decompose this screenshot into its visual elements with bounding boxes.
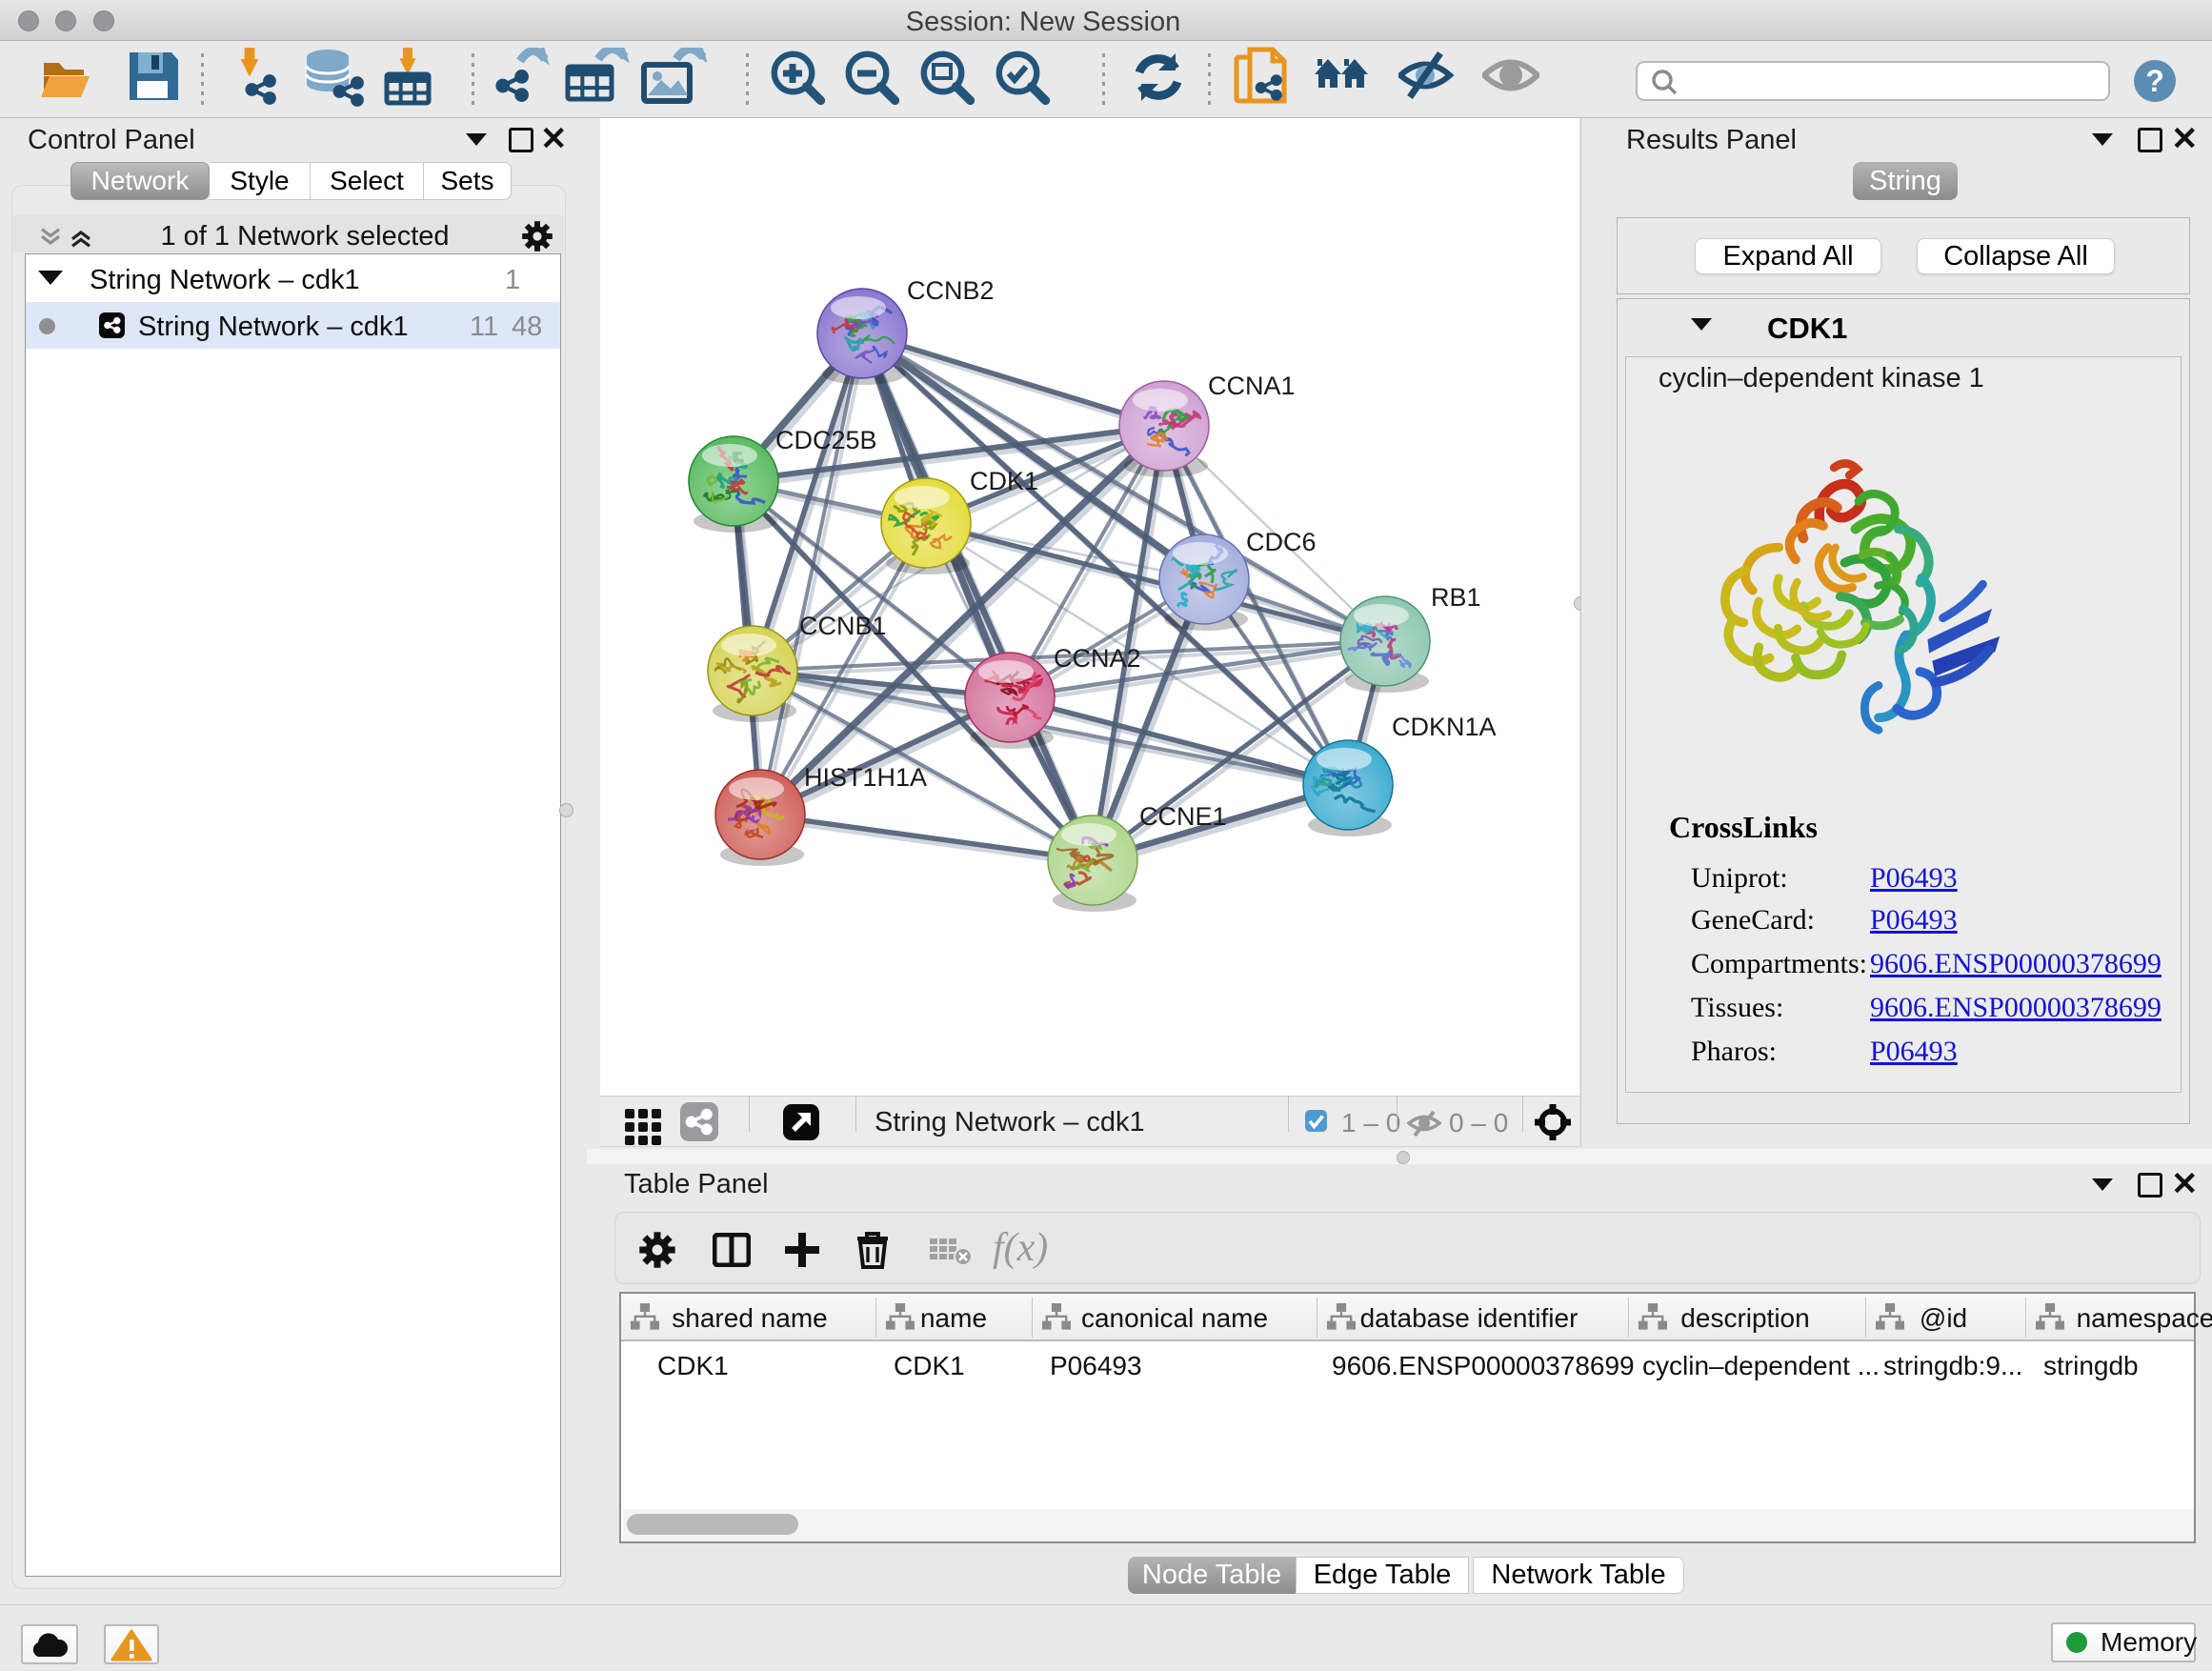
svg-text:RB1: RB1	[1431, 583, 1481, 612]
svg-text:CCNA1: CCNA1	[1208, 372, 1296, 400]
svg-text:CDKN1A: CDKN1A	[1392, 713, 1497, 741]
svg-text:CDK1: CDK1	[970, 467, 1038, 495]
svg-text:CCNB1: CCNB1	[799, 612, 887, 640]
svg-text:HIST1H1A: HIST1H1A	[804, 763, 927, 792]
svg-text:CCNB2: CCNB2	[907, 276, 995, 305]
svg-text:CDC25B: CDC25B	[775, 426, 877, 454]
svg-text:CCNA2: CCNA2	[1054, 644, 1141, 673]
svg-text:CCNE1: CCNE1	[1139, 802, 1227, 831]
svg-text:?: ?	[2145, 64, 2164, 98]
svg-text:CDC6: CDC6	[1246, 528, 1317, 556]
